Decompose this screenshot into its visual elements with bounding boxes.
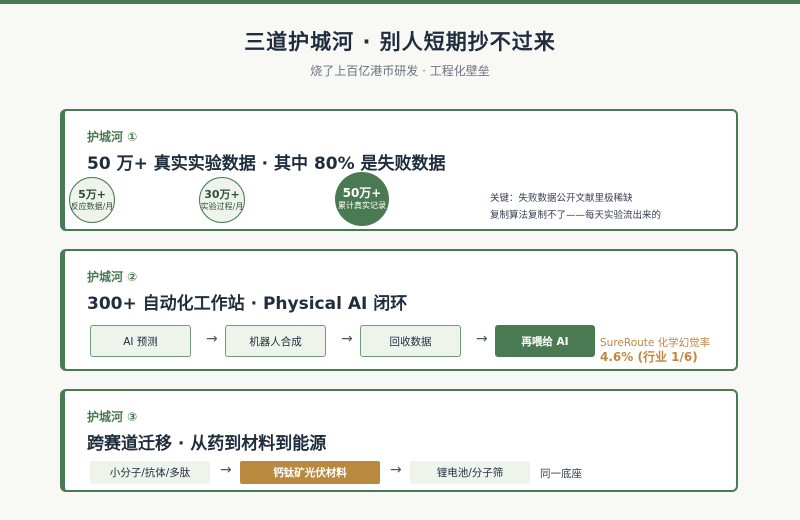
pipeline-step-collect-data: 回收数据 [360,325,461,357]
moat-label: 护城河 ② [87,270,138,284]
domain-chip-battery: 锂电池/分子筛 [410,461,530,484]
stat-circle-value: 5万+ [78,188,106,201]
arrow-right-icon: → [206,331,218,347]
key-note-line: 复制算法复制不了——每天实验流出来的 [490,210,662,221]
arrow-right-icon: → [476,331,488,347]
shared-base-label: 同一底座 [540,468,582,480]
arrow-right-icon: → [220,462,232,478]
domain-chip-drugs: 小分子/抗体/多肽 [90,461,210,484]
stat-circle-total-records: 50万+ 累计真实记录 [335,172,389,226]
page-subtitle: 烧了上百亿港币研发 · 工程化壁垒 [310,64,490,78]
stat-circle-value: 30万+ [204,188,240,201]
top-accent-bar [0,0,800,4]
stat-circle-label: 累计真实记录 [338,201,386,210]
moat-heading: 300+ 自动化工作站 · Physical AI 闭环 [87,294,408,314]
stat-circle-label: 实验过程/月 [200,202,244,211]
moat-heading: 50 万+ 真实实验数据 · 其中 80% 是失败数据 [87,154,446,174]
stat-circle-monthly-reactions: 5万+ 反应数据/月 [69,177,115,223]
moat-heading: 跨赛道迁移 · 从药到材料到能源 [87,434,327,454]
arrow-right-icon: → [390,462,402,478]
hallucination-stat-value: 4.6% (行业 1/6) [600,350,698,364]
moat-card-2: 护城河 ② 300+ 自动化工作站 · Physical AI 闭环 AI 预测… [60,249,738,371]
pipeline-step-feed-ai: 再喂给 AI [495,325,595,357]
key-note-line: 关键：失败数据公开文献里极稀缺 [490,193,633,204]
stat-circle-label: 反应数据/月 [70,202,114,211]
moat-label: 护城河 ① [87,130,138,144]
moat-card-3: 护城河 ③ 跨赛道迁移 · 从药到材料到能源 小分子/抗体/多肽 → 钙钛矿光伏… [60,389,738,492]
stat-circle-value: 50万+ [342,186,382,200]
moat-card-1: 护城河 ① 50 万+ 真实实验数据 · 其中 80% 是失败数据 5万+ 反应… [60,109,738,231]
moat-label: 护城河 ③ [87,410,138,424]
arrow-right-icon: → [341,331,353,347]
pipeline-step-ai-predict: AI 预测 [90,325,191,357]
stat-circle-monthly-experiments: 30万+ 实验过程/月 [199,177,245,223]
page-title: 三道护城河 · 别人短期抄不过来 [244,30,556,54]
domain-chip-perovskite: 钙钛矿光伏材料 [240,461,380,484]
pipeline-step-robot-synthesis: 机器人合成 [225,325,326,357]
